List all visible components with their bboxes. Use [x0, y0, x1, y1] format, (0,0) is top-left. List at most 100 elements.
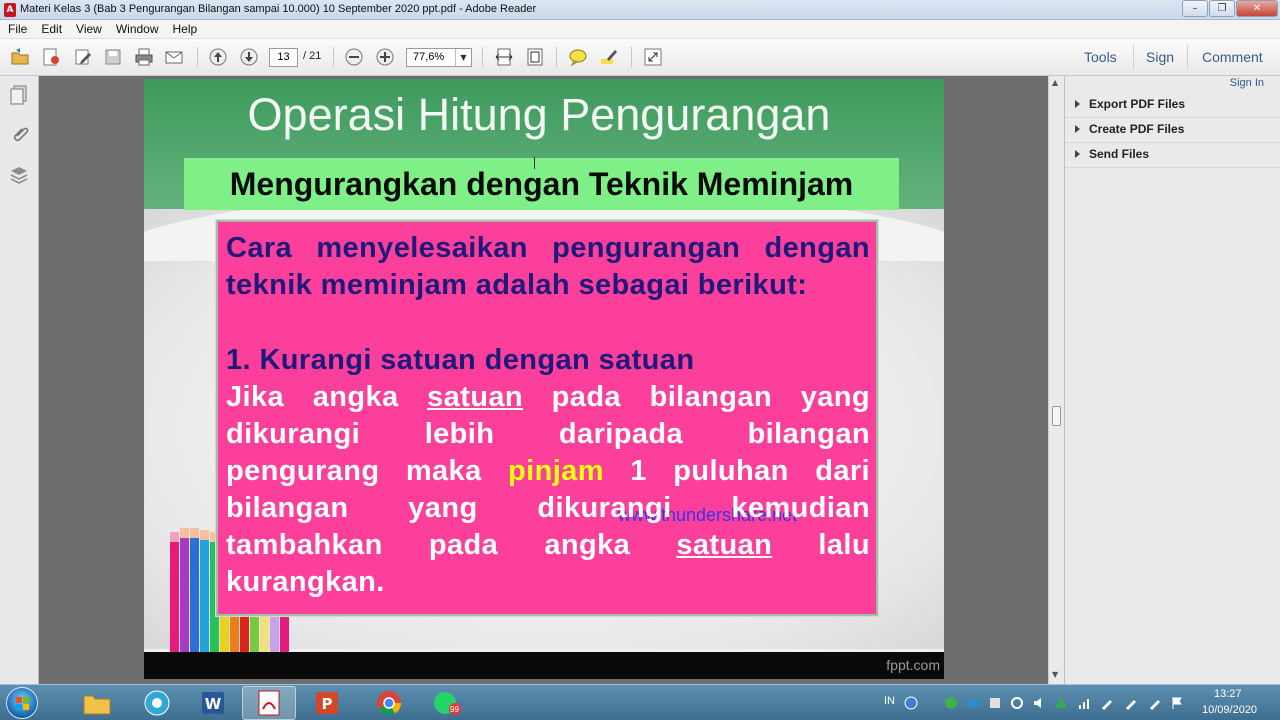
- fit-width-icon[interactable]: [493, 46, 515, 68]
- tool-icon[interactable]: [1148, 696, 1162, 710]
- close-button[interactable]: ✕: [1236, 0, 1278, 17]
- comment-bubble-icon[interactable]: [567, 46, 589, 68]
- email-icon[interactable]: [163, 46, 185, 68]
- word: 1: [630, 455, 647, 487]
- expand-arrow-icon: [1075, 125, 1080, 133]
- scroll-thumb[interactable]: [1052, 406, 1061, 426]
- item-label: Create PDF Files: [1089, 122, 1185, 136]
- toolbar-separator: [631, 47, 632, 67]
- sync-icon[interactable]: [1010, 696, 1024, 710]
- word: bilangan: [649, 381, 773, 413]
- svg-text:P: P: [322, 695, 333, 713]
- word: angka: [544, 529, 631, 561]
- flag-icon[interactable]: [1170, 696, 1184, 710]
- clock-date[interactable]: 10/09/2020: [1202, 704, 1257, 716]
- network-icon[interactable]: [944, 696, 958, 710]
- security-icon[interactable]: [988, 696, 1002, 710]
- slide-title: Operasi Hitung Pengurangan: [247, 89, 831, 140]
- language-indicator[interactable]: IN: [884, 695, 895, 707]
- chrome-icon: [377, 691, 401, 716]
- taskbar-edge[interactable]: [130, 686, 184, 720]
- word-highlighted: pinjam: [508, 455, 604, 487]
- chevron-down-icon[interactable]: ▼: [455, 49, 471, 66]
- word-underlined: satuan: [676, 529, 773, 561]
- taskbar-whatsapp[interactable]: 99: [420, 686, 474, 720]
- menu-file[interactable]: File: [6, 22, 33, 36]
- save-icon[interactable]: [102, 46, 124, 68]
- volume-icon[interactable]: [1032, 696, 1046, 710]
- menu-view[interactable]: View: [74, 22, 108, 36]
- page-number-input[interactable]: 13: [269, 48, 298, 67]
- sign-in-link[interactable]: Sign In: [1230, 77, 1264, 89]
- word: lalu: [818, 529, 870, 561]
- taskbar-powerpoint[interactable]: P: [300, 686, 354, 720]
- clock-time[interactable]: 13:27: [1214, 688, 1242, 700]
- export-pdf-files-item[interactable]: Export PDF Files: [1065, 93, 1280, 118]
- document-view[interactable]: Operasi Hitung Pengurangan Mengurangkan …: [40, 76, 1048, 684]
- toolbar-separator: [197, 47, 198, 67]
- comment-pane-button[interactable]: Comment: [1202, 49, 1263, 65]
- pane-separator: [1187, 45, 1188, 69]
- next-page-icon[interactable]: [238, 46, 260, 68]
- taskbar-word[interactable]: W: [186, 686, 240, 720]
- slide-subtitle: Mengurangkan dengan Teknik Meminjam: [229, 166, 854, 202]
- menu-edit[interactable]: Edit: [39, 22, 68, 36]
- signal-icon[interactable]: [1078, 696, 1092, 710]
- footer-brand: fppt.com: [886, 657, 940, 673]
- previous-page-icon[interactable]: [207, 46, 229, 68]
- fit-page-icon[interactable]: [524, 46, 546, 68]
- create-pdf-files-item[interactable]: Create PDF Files: [1065, 118, 1280, 143]
- slide-footer: fppt.com: [144, 652, 944, 679]
- tool-icon[interactable]: [1124, 696, 1138, 710]
- display-icon[interactable]: [966, 696, 980, 710]
- word: pada: [551, 381, 621, 413]
- tools-pane-button[interactable]: Tools: [1084, 49, 1117, 65]
- maximize-button[interactable]: ❐: [1209, 0, 1235, 17]
- minimize-button[interactable]: –: [1182, 0, 1208, 17]
- step-1-heading: 1. Kurangi satuan dengan satuan: [226, 344, 695, 376]
- toolbar-separator: [482, 47, 483, 67]
- print-icon[interactable]: [133, 46, 155, 68]
- create-pdf-icon[interactable]: [40, 46, 62, 68]
- highlight-icon[interactable]: [598, 46, 620, 68]
- sign-pane-button[interactable]: Sign: [1146, 49, 1174, 65]
- word: angka: [312, 381, 399, 413]
- word: dikurangi: [226, 418, 361, 450]
- word: daripada: [558, 418, 683, 450]
- vertical-scrollbar[interactable]: ▲ ▼: [1048, 76, 1064, 684]
- page-thumbnails-icon[interactable]: [8, 84, 30, 106]
- windows-flag-icon: [16, 697, 29, 710]
- scroll-up-icon[interactable]: ▲: [1052, 78, 1058, 87]
- body-line-1: Jika angka satuan pada bilangan yang: [226, 381, 870, 414]
- expand-icon[interactable]: [642, 46, 664, 68]
- word: pengurangan: [552, 232, 741, 264]
- menu-help[interactable]: Help: [171, 22, 204, 36]
- zoom-select[interactable]: 77,6% ▼: [406, 48, 472, 67]
- scroll-down-icon[interactable]: ▼: [1052, 670, 1058, 679]
- zoom-in-icon[interactable]: [374, 46, 396, 68]
- text-cursor-icon: [534, 157, 535, 169]
- layers-icon[interactable]: [8, 164, 30, 186]
- start-button[interactable]: [6, 687, 38, 719]
- subtitle-band: Mengurangkan dengan Teknik Meminjam: [184, 158, 899, 210]
- word: dari: [815, 455, 870, 487]
- menu-window[interactable]: Window: [114, 22, 165, 36]
- tool-icon[interactable]: [1100, 696, 1114, 710]
- taskbar-chrome[interactable]: [362, 686, 416, 720]
- drive-icon[interactable]: [1054, 696, 1068, 710]
- pencil-icon: [180, 528, 189, 652]
- send-files-item[interactable]: Send Files: [1065, 143, 1280, 168]
- help-icon[interactable]: [904, 696, 918, 710]
- item-label: Send Files: [1089, 147, 1150, 161]
- intro-line-2: teknik meminjam adalah sebagai berikut:: [226, 269, 808, 301]
- taskbar-explorer[interactable]: [70, 686, 124, 720]
- word: bilangan: [226, 492, 349, 524]
- edit-icon[interactable]: [72, 46, 94, 68]
- item-label: Export PDF Files: [1089, 97, 1186, 111]
- zoom-out-icon[interactable]: [343, 46, 365, 68]
- attachments-icon[interactable]: [8, 124, 30, 146]
- taskbar-adobe-reader[interactable]: [242, 686, 296, 720]
- folder-icon: [83, 695, 111, 715]
- powerpoint-icon: P: [316, 692, 338, 714]
- open-icon[interactable]: [9, 46, 31, 68]
